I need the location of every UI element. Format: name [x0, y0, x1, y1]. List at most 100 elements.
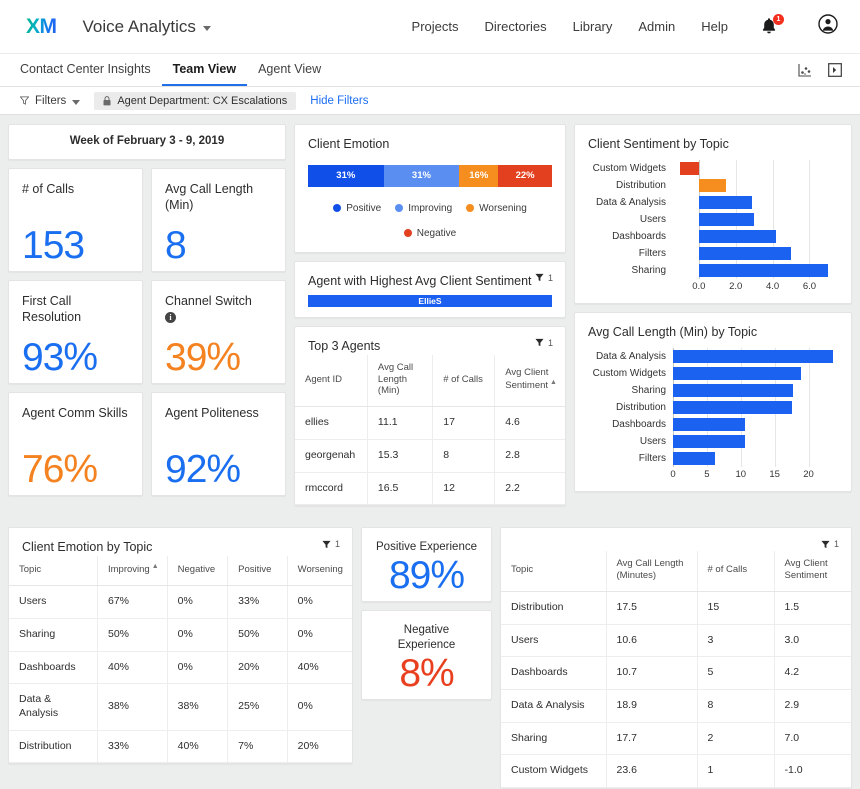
- tab-team-view[interactable]: Team View: [162, 54, 247, 86]
- kpi-agent-politeness[interactable]: Agent Politeness 92%: [151, 392, 286, 496]
- chart-bar-row[interactable]: Data & Analysis: [585, 348, 839, 365]
- nav-library[interactable]: Library: [573, 19, 613, 34]
- app-title[interactable]: Voice Analytics: [83, 17, 211, 37]
- table-row[interactable]: Data & Analysis18.982.9: [501, 690, 851, 723]
- chart-bar-row[interactable]: Users: [585, 211, 839, 228]
- chart-bar-row[interactable]: Filters: [585, 450, 839, 467]
- filter-indicator[interactable]: 1: [821, 539, 839, 549]
- table-row[interactable]: Distribution17.5151.5: [501, 592, 851, 625]
- nav-admin[interactable]: Admin: [638, 19, 675, 34]
- emotion-segment-positive[interactable]: 31%: [308, 165, 384, 187]
- legend-label: Negative: [417, 228, 456, 239]
- kpi-avg-call-length[interactable]: Avg Call Length (Min) 8: [151, 168, 286, 272]
- chart-bar-row[interactable]: Distribution: [585, 399, 839, 416]
- table-row[interactable]: rmccord16.5122.2: [295, 472, 565, 505]
- user-avatar-button[interactable]: [818, 14, 838, 39]
- filter-indicator[interactable]: 1: [535, 338, 553, 348]
- chart-bar[interactable]: [673, 401, 792, 414]
- column-header[interactable]: Avg Client Sentiment▲: [495, 355, 565, 407]
- chart-bar-row[interactable]: Dashboards: [585, 416, 839, 433]
- column-header[interactable]: Avg Call Length (Min): [367, 355, 432, 407]
- notifications-button[interactable]: 1: [760, 16, 780, 38]
- kpi-number-of-calls[interactable]: # of Calls 153: [8, 168, 143, 272]
- legend-item-improving[interactable]: Improving: [395, 203, 452, 214]
- emotion-segment-negative[interactable]: 22%: [498, 165, 552, 187]
- tab-agent-view[interactable]: Agent View: [247, 54, 332, 86]
- chart-bar[interactable]: [673, 350, 833, 363]
- filter-indicator[interactable]: 1: [322, 539, 340, 549]
- table-row[interactable]: Dashboards40%0%20%40%: [9, 651, 352, 684]
- chart-bar[interactable]: [673, 435, 745, 448]
- emotion-segment-improving[interactable]: 31%: [384, 165, 460, 187]
- filter-indicator[interactable]: 1: [535, 273, 553, 283]
- emotion-segment-worsening[interactable]: 16%: [459, 165, 498, 187]
- chart-bar[interactable]: [699, 264, 828, 277]
- hide-filters-link[interactable]: Hide Filters: [310, 95, 368, 107]
- table-row[interactable]: Custom Widgets23.61-1.0: [501, 755, 851, 788]
- nav-directories[interactable]: Directories: [485, 19, 547, 34]
- nav-help[interactable]: Help: [701, 19, 728, 34]
- chart-bar-row[interactable]: Custom Widgets: [585, 365, 839, 382]
- funnel-icon: [535, 338, 544, 347]
- kpi-positive-experience[interactable]: Positive Experience 89%: [361, 527, 492, 602]
- column-header[interactable]: Avg Client Sentiment: [774, 551, 851, 591]
- chart-bar[interactable]: [673, 384, 793, 397]
- chart-bar-row[interactable]: Distribution: [585, 177, 839, 194]
- table-row[interactable]: Sharing50%0%50%0%: [9, 618, 352, 651]
- chart-bar[interactable]: [673, 418, 745, 431]
- nav-projects[interactable]: Projects: [412, 19, 459, 34]
- table-row[interactable]: Sharing17.727.0: [501, 722, 851, 755]
- table-row[interactable]: ellies11.1174.6: [295, 407, 565, 440]
- table-row[interactable]: Users10.633.0: [501, 624, 851, 657]
- column-header[interactable]: # of Calls: [697, 551, 774, 591]
- chart-gridline: [809, 450, 810, 467]
- chart-bar[interactable]: [680, 162, 698, 175]
- chart-bar-row[interactable]: Sharing: [585, 382, 839, 399]
- column-header[interactable]: Improving▲: [98, 556, 168, 586]
- legend-item-positive[interactable]: Positive: [333, 203, 381, 214]
- table-row[interactable]: Distribution33%40%7%20%: [9, 730, 352, 763]
- chart-bar[interactable]: [699, 230, 776, 243]
- column-header[interactable]: Agent ID: [295, 355, 367, 407]
- chart-bar-row[interactable]: Custom Widgets: [585, 160, 839, 177]
- chart-bar[interactable]: [699, 213, 754, 226]
- column-header[interactable]: Topic: [501, 551, 606, 591]
- column-header[interactable]: Positive: [228, 556, 288, 586]
- chart-bar-row[interactable]: Filters: [585, 245, 839, 262]
- chart-gridline: [809, 365, 810, 382]
- chart-bar[interactable]: [699, 196, 752, 209]
- table-row[interactable]: georgenah15.382.8: [295, 439, 565, 472]
- column-header[interactable]: Negative: [167, 556, 228, 586]
- chart-bar-row[interactable]: Dashboards: [585, 228, 839, 245]
- kpi-value: 89%: [389, 556, 464, 595]
- table-row[interactable]: Dashboards10.754.2: [501, 657, 851, 690]
- legend-item-negative[interactable]: Negative: [404, 228, 456, 239]
- column-header[interactable]: Avg Call Length (Minutes): [606, 551, 697, 591]
- xm-logo[interactable]: XM: [26, 15, 57, 39]
- chart-bar[interactable]: [699, 179, 727, 192]
- chart-bar[interactable]: [699, 247, 791, 260]
- top-agent-bar[interactable]: EllieS: [308, 295, 552, 307]
- kpi-agent-comm-skills[interactable]: Agent Comm Skills 76%: [8, 392, 143, 496]
- filter-pill-agent-department[interactable]: Agent Department: CX Escalations: [94, 92, 296, 110]
- chart-category-label: Custom Widgets: [585, 368, 673, 379]
- column-header[interactable]: Worsening: [287, 556, 352, 586]
- chart-settings-icon[interactable]: [798, 63, 812, 77]
- chart-bar-row[interactable]: Data & Analysis: [585, 194, 839, 211]
- filters-dropdown-button[interactable]: Filters: [20, 95, 80, 107]
- chart-bar-row[interactable]: Sharing: [585, 262, 839, 279]
- kpi-first-call-resolution[interactable]: First Call Resolution 93%: [8, 280, 143, 384]
- kpi-negative-experience[interactable]: Negative Experience 8%: [361, 610, 492, 700]
- chart-bar[interactable]: [673, 452, 715, 465]
- chart-bar-row[interactable]: Users: [585, 433, 839, 450]
- kpi-channel-switch[interactable]: Channel Switch i 39%: [151, 280, 286, 384]
- chart-bar[interactable]: [673, 367, 801, 380]
- column-header[interactable]: Topic: [9, 556, 98, 586]
- info-icon[interactable]: i: [165, 312, 176, 323]
- column-header[interactable]: # of Calls: [433, 355, 495, 407]
- table-row[interactable]: Users67%0%33%0%: [9, 586, 352, 619]
- panel-toggle-icon[interactable]: [828, 63, 842, 77]
- legend-item-worsening[interactable]: Worsening: [466, 203, 527, 214]
- table-row[interactable]: Data & Analysis38%38%25%0%: [9, 684, 352, 730]
- tab-contact-center-insights[interactable]: Contact Center Insights: [20, 54, 162, 86]
